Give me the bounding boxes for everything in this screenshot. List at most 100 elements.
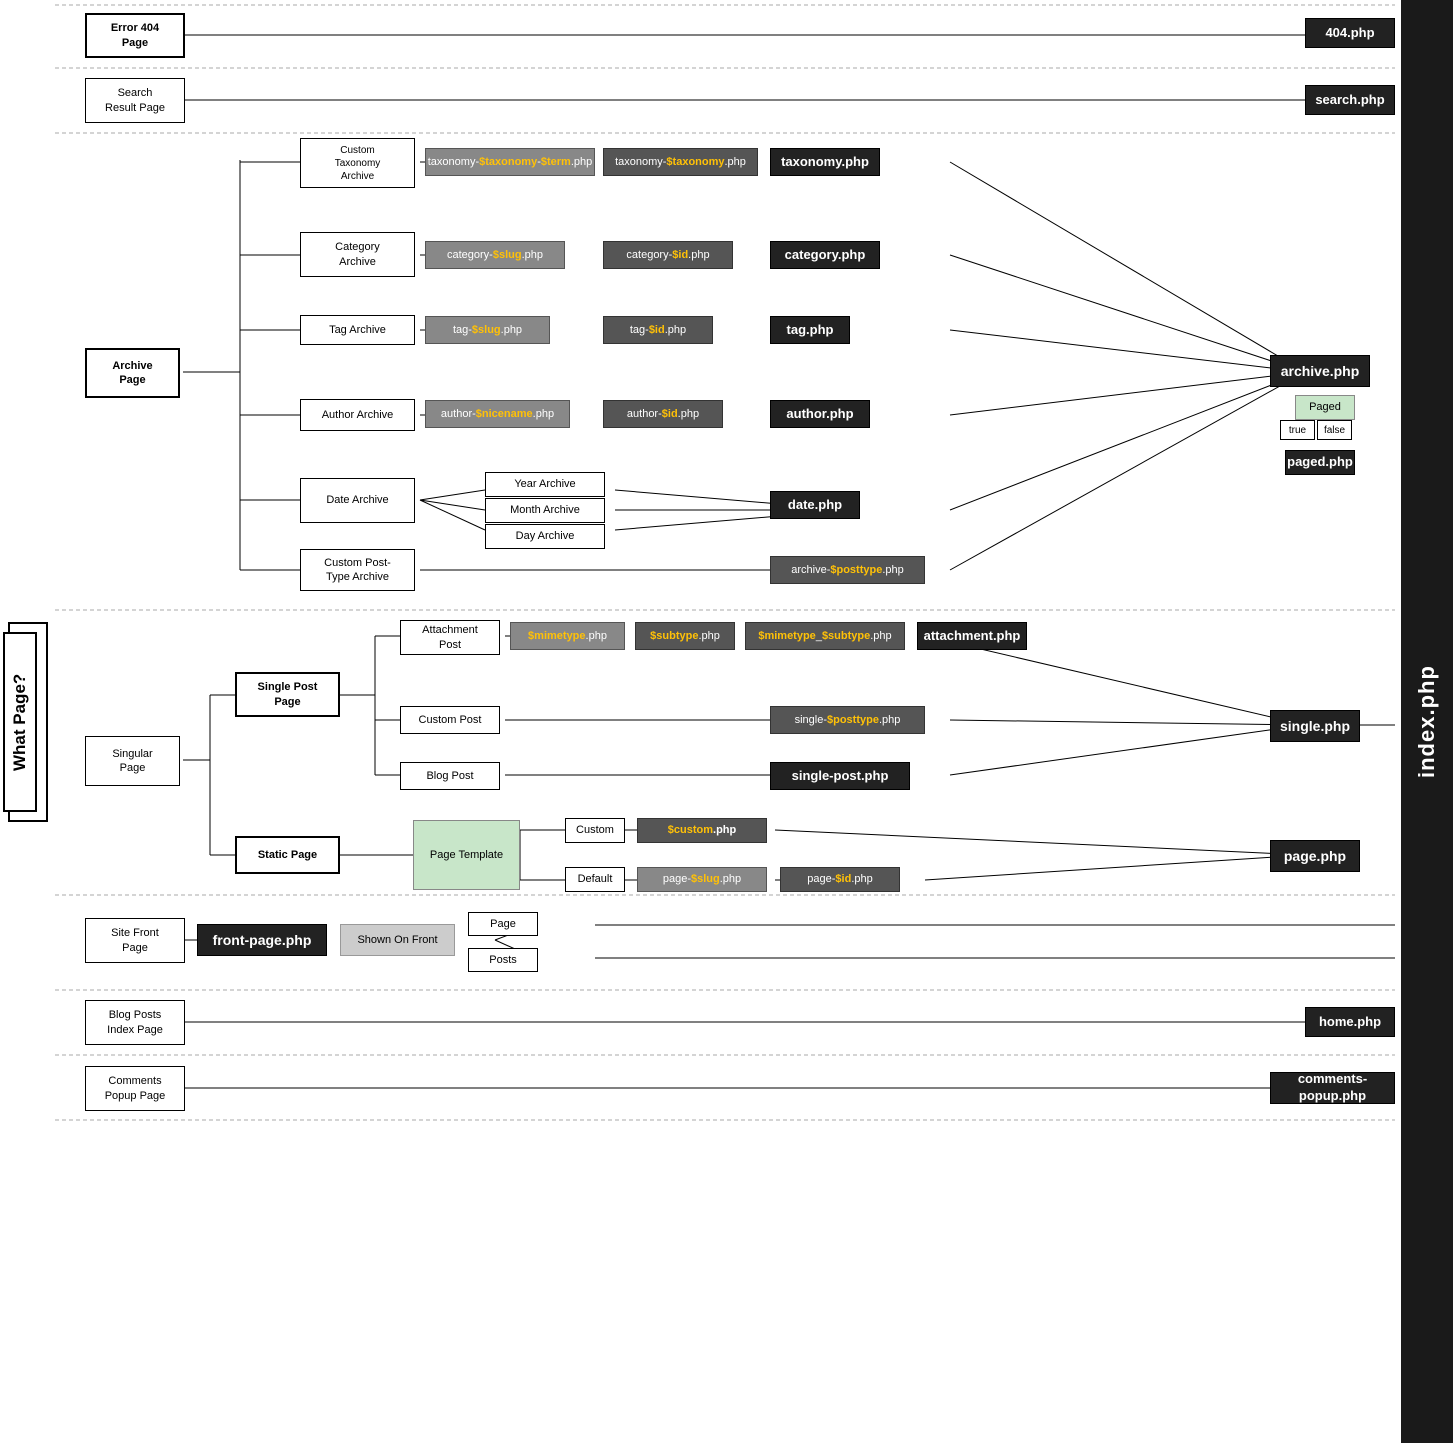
author-php-label: author.php bbox=[786, 406, 853, 423]
page-option-label: Page bbox=[490, 917, 516, 931]
paged-box: Paged bbox=[1295, 395, 1355, 420]
taxonomy-term-php: taxonomy-$taxonomy-$term.php bbox=[425, 148, 595, 176]
category-id-php: category-$id.php bbox=[603, 241, 733, 269]
page-php: page.php bbox=[1270, 840, 1360, 872]
author-id-php: author-$id.php bbox=[603, 400, 723, 428]
attachment-post-label: AttachmentPost bbox=[422, 623, 478, 652]
paged-php: paged.php bbox=[1285, 450, 1355, 475]
diagram: Error 404Page 404.php SearchResult Page … bbox=[55, 0, 1398, 1443]
tag-slug-php: tag-$slug.php bbox=[425, 316, 550, 344]
site-front-page-box: Site FrontPage bbox=[85, 918, 185, 963]
year-archive-label: Year Archive bbox=[514, 477, 575, 491]
posts-option-label: Posts bbox=[489, 953, 517, 967]
custom-post-type-archive-label: Custom Post-Type Archive bbox=[324, 556, 391, 585]
single-posttype-php: single-$posttype.php bbox=[770, 706, 925, 734]
tag-php-label: tag.php bbox=[787, 322, 834, 339]
custom-option-label: Custom bbox=[576, 823, 614, 837]
what-page-text: What Page? bbox=[10, 673, 30, 770]
home-php-label: home.php bbox=[1319, 1014, 1381, 1031]
default-option-box: Default bbox=[565, 867, 625, 892]
category-id-php-label: category-$id.php bbox=[626, 248, 709, 262]
author-archive-label: Author Archive bbox=[322, 408, 394, 422]
main-container: What Page? index.php bbox=[0, 0, 1453, 1443]
paged-php-label: paged.php bbox=[1287, 454, 1353, 471]
archive-php: archive.php bbox=[1270, 355, 1370, 387]
date-archive-box: Date Archive bbox=[300, 478, 415, 523]
archive-page-box: ArchivePage bbox=[85, 348, 180, 398]
subtype-php: $subtype.php bbox=[635, 622, 735, 650]
single-php: single.php bbox=[1270, 710, 1360, 742]
category-slug-php: category-$slug.php bbox=[425, 241, 565, 269]
tag-archive-label: Tag Archive bbox=[329, 323, 386, 337]
mimetype-subtype-php: $mimetype_$subtype.php bbox=[745, 622, 905, 650]
category-php-label: category.php bbox=[785, 247, 866, 264]
comments-popup-label: CommentsPopup Page bbox=[105, 1074, 166, 1103]
author-id-php-label: author-$id.php bbox=[627, 407, 699, 421]
taxonomy-php: taxonomy.php bbox=[770, 148, 880, 176]
mimetype-php-label: $mimetype.php bbox=[528, 629, 607, 643]
paged-true-box: true bbox=[1280, 420, 1315, 440]
author-archive-box: Author Archive bbox=[300, 399, 415, 431]
what-page-sidebar: What Page? bbox=[3, 632, 37, 812]
search-result-box: SearchResult Page bbox=[85, 78, 185, 123]
page-php-label: page.php bbox=[1284, 847, 1346, 865]
comments-popup-php: comments-popup.php bbox=[1270, 1072, 1395, 1104]
search-php: search.php bbox=[1305, 85, 1395, 115]
custom-post-type-archive-box: Custom Post-Type Archive bbox=[300, 549, 415, 591]
paged-label: Paged bbox=[1309, 400, 1341, 414]
custom-option-box: Custom bbox=[565, 818, 625, 843]
date-php-label: date.php bbox=[788, 497, 842, 514]
mimetype-subtype-php-label: $mimetype_$subtype.php bbox=[758, 629, 891, 643]
page-id-php: page-$id.php bbox=[780, 867, 900, 892]
comments-popup-php-label: comments-popup.php bbox=[1298, 1071, 1367, 1105]
page-id-php-label: page-$id.php bbox=[807, 872, 872, 886]
static-page-label: Static Page bbox=[258, 848, 317, 862]
posts-option-box: Posts bbox=[468, 948, 538, 972]
custom-php-label: $custom.php bbox=[668, 823, 736, 837]
singular-page-box: SingularPage bbox=[85, 736, 180, 786]
taxonomy-tax-php: taxonomy-$taxonomy.php bbox=[603, 148, 758, 176]
shown-on-front-label: Shown On Front bbox=[357, 933, 437, 947]
tag-id-php-label: tag-$id.php bbox=[630, 323, 686, 337]
single-php-label: single.php bbox=[1280, 717, 1350, 735]
archive-page-label: ArchivePage bbox=[112, 359, 152, 388]
day-archive-box: Day Archive bbox=[485, 524, 605, 549]
default-option-label: Default bbox=[578, 872, 613, 886]
year-archive-box: Year Archive bbox=[485, 472, 605, 497]
error-404-php-label: 404.php bbox=[1325, 25, 1374, 42]
static-page-box: Static Page bbox=[235, 836, 340, 874]
archive-posttype-php: archive-$posttype.php bbox=[770, 556, 925, 584]
date-archive-label: Date Archive bbox=[326, 493, 388, 507]
single-posttype-php-label: single-$posttype.php bbox=[795, 713, 901, 727]
index-php-text: index.php bbox=[1414, 665, 1440, 778]
blog-posts-index-box: Blog PostsIndex Page bbox=[85, 1000, 185, 1045]
subtype-php-label: $subtype.php bbox=[650, 629, 720, 643]
custom-php-box: $custom.php bbox=[637, 818, 767, 843]
site-front-page-label: Site FrontPage bbox=[111, 926, 159, 955]
search-php-label: search.php bbox=[1315, 92, 1384, 109]
taxonomy-tax-php-label: taxonomy-$taxonomy.php bbox=[615, 155, 746, 169]
category-php: category.php bbox=[770, 241, 880, 269]
index-php-sidebar: index.php bbox=[1401, 0, 1453, 1443]
tag-slug-php-label: tag-$slug.php bbox=[453, 323, 522, 337]
category-archive-box: CategoryArchive bbox=[300, 232, 415, 277]
tag-id-php: tag-$id.php bbox=[603, 316, 713, 344]
front-page-php-label: front-page.php bbox=[213, 931, 312, 949]
taxonomy-term-php-label: taxonomy-$taxonomy-$term.php bbox=[428, 155, 593, 169]
author-php: author.php bbox=[770, 400, 870, 428]
front-page-php-box: front-page.php bbox=[197, 924, 327, 956]
shown-on-front-box: Shown On Front bbox=[340, 924, 455, 956]
page-template-label: Page Template bbox=[430, 848, 503, 862]
custom-taxonomy-box: CustomTaxonomyArchive bbox=[300, 138, 415, 188]
custom-post-box: Custom Post bbox=[400, 706, 500, 734]
custom-taxonomy-label: CustomTaxonomyArchive bbox=[335, 144, 381, 183]
tag-php: tag.php bbox=[770, 316, 850, 344]
paged-false-box: false bbox=[1317, 420, 1352, 440]
error-404-label: Error 404Page bbox=[111, 21, 159, 50]
blog-posts-index-label: Blog PostsIndex Page bbox=[107, 1008, 163, 1037]
author-nicename-php: author-$nicename.php bbox=[425, 400, 570, 428]
diagram-svg bbox=[55, 0, 1398, 1443]
page-option-box: Page bbox=[468, 912, 538, 936]
month-archive-label: Month Archive bbox=[510, 503, 580, 517]
category-archive-label: CategoryArchive bbox=[335, 240, 380, 269]
